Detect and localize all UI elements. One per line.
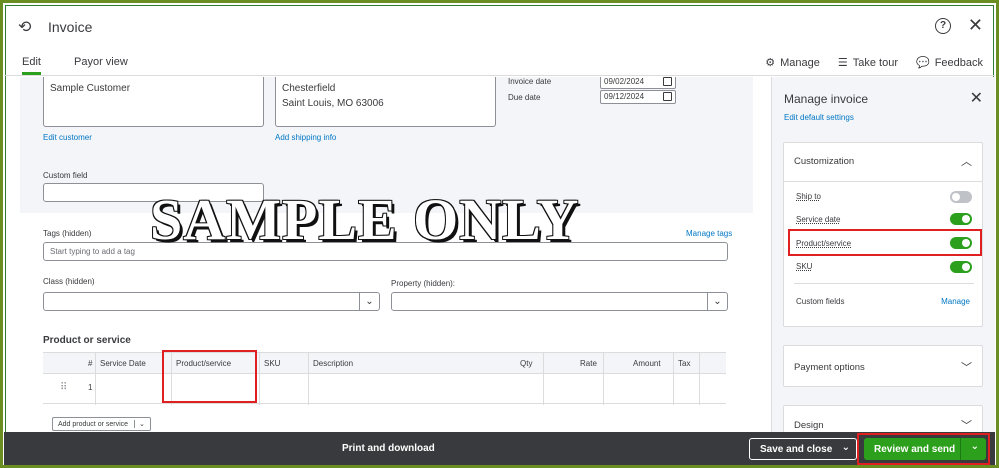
shipping-line-1: Chesterfield — [282, 83, 336, 94]
ship-to-toggle[interactable] — [950, 191, 972, 203]
property-select[interactable]: ⌄ — [391, 292, 728, 311]
calendar-icon[interactable] — [663, 92, 672, 101]
save-and-close-button[interactable]: Save and close ⌄ — [749, 438, 857, 460]
invoice-date-label: Invoice date — [508, 77, 552, 86]
sku-toggle[interactable] — [950, 261, 972, 273]
footer-bar: Print and download Save and close ⌄ Revi… — [4, 432, 995, 465]
add-product-button[interactable]: Add product or service ⌄ — [52, 417, 151, 431]
customization-title[interactable]: Customization — [794, 156, 854, 167]
column-header: Amount — [633, 359, 661, 368]
custom-field-label: Custom field — [43, 171, 88, 180]
shipping-address-box[interactable]: Chesterfield Saint Louis, MO 63006 — [275, 77, 496, 127]
manage-button[interactable]: ⚙ Manage — [765, 56, 820, 69]
tags-label: Tags (hidden) — [43, 229, 92, 238]
edit-customer-link[interactable]: Edit customer — [43, 133, 92, 142]
payment-options-title: Payment options — [794, 362, 865, 373]
column-header: Qty — [520, 359, 533, 368]
invoice-form: Sample Customer Edit customer Chesterfie… — [20, 77, 753, 432]
design-title: Design — [794, 420, 824, 431]
product-section-title: Product or service — [43, 335, 131, 346]
tab-edit[interactable]: Edit — [22, 56, 41, 75]
invoice-header: ⟲ Invoice ? ✕ — [4, 4, 995, 50]
option-service-date: Service date — [796, 215, 841, 224]
close-icon[interactable]: ✕ — [970, 88, 983, 108]
edit-default-settings-link[interactable]: Edit default settings — [784, 113, 854, 122]
calendar-icon[interactable] — [663, 77, 672, 86]
close-icon[interactable]: ✕ — [968, 15, 983, 36]
panel-title: Manage invoice — [784, 92, 869, 106]
drag-handle-icon[interactable]: ⠿ — [60, 382, 67, 393]
column-header: Service Date — [100, 359, 146, 368]
help-icon[interactable]: ? — [935, 18, 951, 34]
feedback-button[interactable]: 💬 Feedback — [916, 56, 983, 69]
add-shipping-link[interactable]: Add shipping info — [275, 133, 336, 142]
chevron-up-icon[interactable]: ︿ — [961, 153, 972, 169]
chevron-down-icon[interactable]: ⌄ — [134, 420, 145, 428]
payment-options-card[interactable]: Payment options ﹀ — [783, 345, 983, 387]
column-header: Rate — [580, 359, 597, 368]
class-select[interactable]: ⌄ — [43, 292, 380, 311]
review-send-highlight — [857, 433, 990, 465]
option-ship-to: Ship to — [796, 192, 821, 201]
history-icon[interactable]: ⟲ — [18, 17, 38, 37]
tour-icon: ☰ — [837, 57, 848, 69]
customer-name: Sample Customer — [50, 83, 131, 94]
sample-watermark: SAMPLE ONLY — [150, 187, 580, 252]
toolbar: ⚙ Manage ☰ Take tour 💬 Feedback — [765, 56, 983, 69]
column-header: # — [88, 359, 93, 368]
chevron-down-icon[interactable]: ﹀ — [961, 417, 972, 433]
chevron-down-icon[interactable]: ⌄ — [842, 442, 850, 453]
custom-fields-manage-link[interactable]: Manage — [941, 297, 970, 306]
chevron-down-icon[interactable]: ﹀ — [961, 359, 972, 375]
shipping-line-2: Saint Louis, MO 63006 — [282, 98, 384, 109]
print-download-button[interactable]: Print and download — [342, 443, 435, 454]
divider — [784, 181, 982, 182]
due-date-label: Due date — [508, 93, 541, 102]
tab-bar: Edit Payor view ⚙ Manage ☰ Take tour 💬 Feed… — [4, 50, 995, 76]
product-service-option-highlight — [788, 229, 982, 256]
design-card[interactable]: Design ﹀ — [783, 405, 983, 435]
column-header: SKU — [264, 359, 281, 368]
product-table-header: # Service Date Product/service SKU Descr… — [43, 352, 726, 405]
due-date-field[interactable]: 09/12/2024 — [600, 90, 676, 104]
chevron-down-icon[interactable]: ⌄ — [359, 293, 379, 310]
manage-tags-link[interactable]: Manage tags — [686, 229, 732, 238]
product-column-highlight — [162, 350, 257, 403]
property-label: Property (hidden): — [391, 279, 456, 288]
gear-icon: ⚙ — [765, 57, 776, 69]
row-number: 1 — [88, 383, 93, 392]
chevron-down-icon[interactable]: ⌄ — [707, 293, 727, 310]
invoice-date-field[interactable]: 09/02/2024 — [600, 77, 676, 89]
column-header: Description — [313, 359, 354, 368]
take-tour-button[interactable]: ☰ Take tour — [838, 56, 898, 69]
class-label: Class (hidden) — [43, 277, 95, 286]
custom-fields-label: Custom fields — [796, 297, 845, 306]
table-row[interactable]: ⠿ 1 — [43, 374, 726, 404]
page-title: Invoice — [48, 19, 93, 35]
tab-payor-view[interactable]: Payor view — [74, 56, 128, 68]
option-sku: SKU — [796, 262, 813, 271]
column-header: Tax — [678, 359, 691, 368]
divider — [794, 283, 974, 284]
customer-box[interactable]: Sample Customer — [43, 77, 264, 127]
feedback-icon: 💬 — [915, 57, 930, 69]
service-date-toggle[interactable] — [950, 213, 972, 225]
